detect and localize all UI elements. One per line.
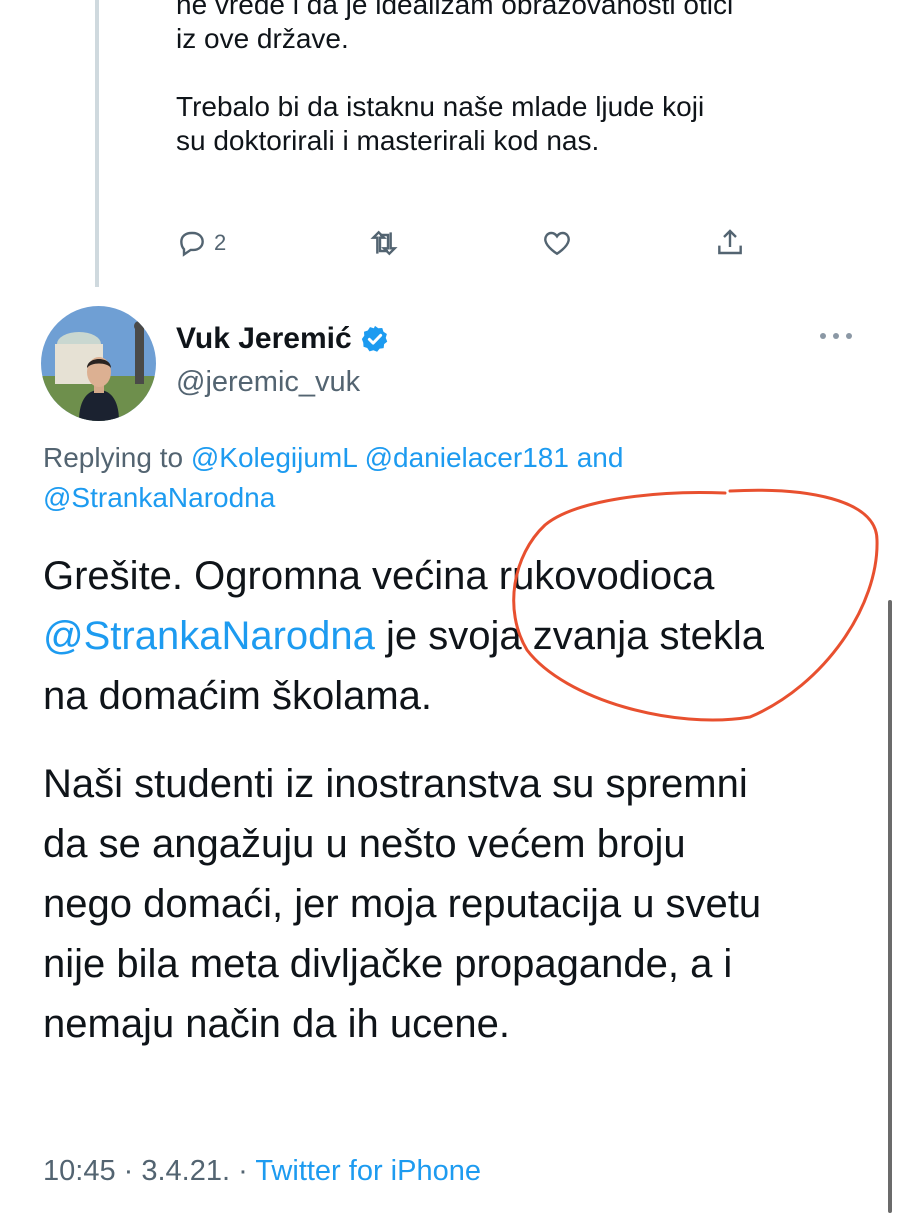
- tweet-text-fragment: je svoja zvanja stekla: [374, 614, 764, 658]
- parent-line: iz ove države.: [176, 23, 349, 54]
- author-name[interactable]: Vuk Jeremić: [176, 322, 352, 356]
- mention-link[interactable]: @KolegijumL: [191, 442, 357, 473]
- tweet-time[interactable]: 10:45: [43, 1155, 116, 1187]
- author-handle[interactable]: @jeremic_vuk: [176, 366, 360, 399]
- more-dot: [820, 333, 826, 339]
- reply-bubble-icon: [180, 231, 204, 257]
- reply-count: 2: [214, 230, 227, 255]
- avatar[interactable]: [41, 306, 156, 421]
- retweet-icon: [369, 230, 398, 256]
- like-button[interactable]: [541, 227, 573, 259]
- tweet-source-link[interactable]: Twitter for iPhone: [255, 1155, 481, 1187]
- tweet-text-line: nije bila meta divljačke propagande, a i: [43, 942, 733, 986]
- separator-dot: ·: [123, 1155, 142, 1187]
- replying-to: Replying to @KolegijumL @danielacer181 a…: [43, 438, 843, 518]
- author-name-row: Vuk Jeremić: [176, 322, 390, 356]
- scrollbar[interactable]: [888, 600, 892, 1213]
- parent-tweet-actions: 2: [176, 226, 746, 260]
- mention-link[interactable]: @danielacer181: [365, 442, 569, 473]
- tweet-text-line: Grešite. Ogromna većina rukovodioca: [43, 554, 715, 598]
- parent-line: su doktorirali i masterirali kod nas.: [176, 125, 600, 156]
- tweet-timestamp: 10:45 · 3.4.21. · Twitter for iPhone: [43, 1155, 481, 1188]
- avatar-photo: [41, 306, 156, 421]
- more-dot: [833, 333, 839, 339]
- parent-tweet-text: ne vrede i da je idealizam obrazovanosti…: [176, 0, 876, 158]
- tweet-date[interactable]: 3.4.21.: [141, 1155, 230, 1187]
- replying-prefix: Replying to: [43, 442, 184, 473]
- parent-line: ne vrede i da je idealizam obrazovanosti…: [176, 0, 734, 20]
- tweet-text: Grešite. Ogromna većina rukovodioca @Str…: [43, 546, 863, 1054]
- more-options-icon[interactable]: [820, 326, 860, 346]
- heart-icon: [543, 231, 570, 256]
- mention-link[interactable]: @StrankaNarodna: [43, 482, 275, 513]
- verified-badge-icon: [360, 324, 390, 354]
- replying-and: and: [576, 442, 624, 473]
- mention-link[interactable]: @StrankaNarodna: [43, 614, 375, 658]
- tweet-text-line: da se angažuju u nešto većem broju: [43, 822, 686, 866]
- share-button[interactable]: [714, 227, 746, 259]
- thread-connector-line: [95, 0, 99, 287]
- reply-button[interactable]: 2: [176, 227, 226, 259]
- parent-line: Trebalo bi da istaknu naše mlade ljude k…: [176, 91, 705, 122]
- separator-dot: ·: [238, 1155, 256, 1187]
- tweet-text-line: na domaćim školama.: [43, 674, 433, 718]
- retweet-button[interactable]: [368, 227, 400, 259]
- tweet-text-line: nego domaći, jer moja reputacija u svetu: [43, 882, 762, 926]
- share-icon: [718, 229, 742, 255]
- tweet-text-line: nemaju način da ih ucene.: [43, 1002, 510, 1046]
- tweet-text-line: Naši studenti iz inostranstva su spremni: [43, 762, 748, 806]
- more-dot: [846, 333, 852, 339]
